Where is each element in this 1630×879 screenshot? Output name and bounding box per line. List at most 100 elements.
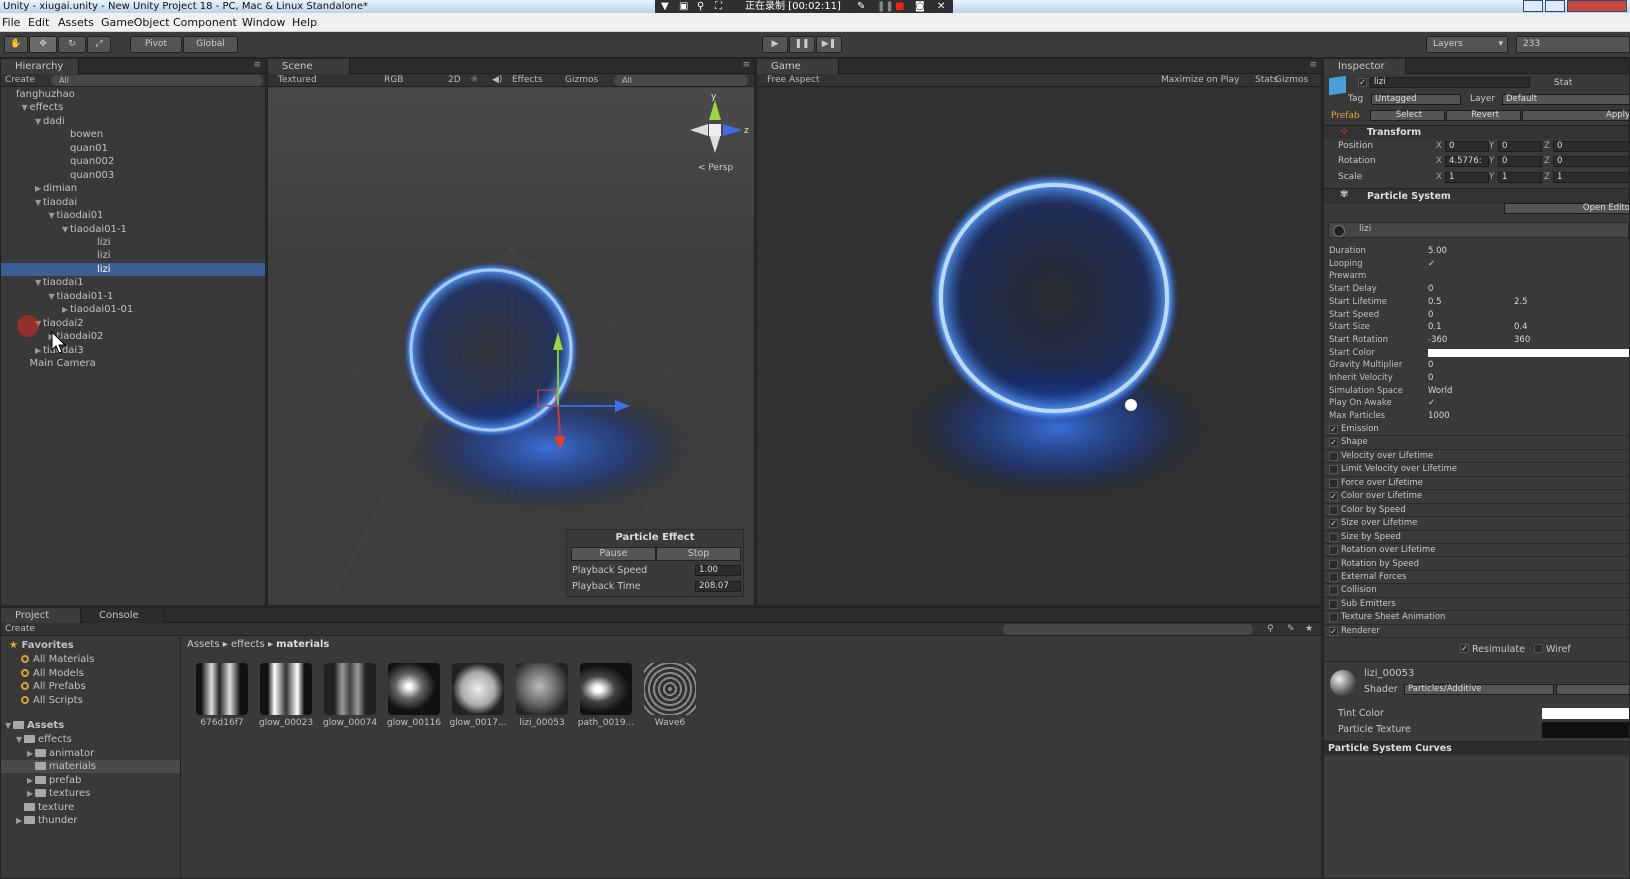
breadcrumb-materials[interactable]: materials bbox=[276, 639, 329, 650]
start-color-swatch[interactable] bbox=[1428, 348, 1629, 357]
hierarchy-row[interactable]: ▼ tiaodai01-1 bbox=[1, 223, 265, 236]
zoom-icon[interactable]: ⚲ bbox=[697, 0, 704, 13]
tab-console[interactable]: Console bbox=[85, 608, 165, 623]
particle-prop-row[interactable]: Gravity Multiplier 0 bbox=[1324, 359, 1629, 372]
minimize-button[interactable] bbox=[1523, 0, 1543, 12]
tab-project[interactable]: Project bbox=[1, 608, 81, 623]
expanded-arrow-icon[interactable]: ▼ bbox=[35, 276, 43, 289]
maximize-button[interactable] bbox=[1545, 0, 1565, 12]
asset-thumbnail[interactable] bbox=[260, 663, 312, 715]
close-button[interactable] bbox=[1567, 0, 1627, 12]
particle-module-row[interactable]: Rotation by Speed bbox=[1324, 557, 1629, 571]
particle-system-header[interactable]: ✾ Particle System bbox=[1324, 188, 1629, 204]
particle-curves-area[interactable] bbox=[1324, 756, 1629, 878]
asset-thumbnail[interactable] bbox=[580, 663, 632, 715]
collapsed-arrow-icon[interactable]: ▶ bbox=[35, 182, 43, 195]
panel-menu-icon[interactable]: ≡ bbox=[1309, 60, 1317, 70]
layers-dropdown[interactable]: Layers ▾ bbox=[1426, 36, 1508, 53]
aspect-dropdown[interactable]: Free Aspect bbox=[767, 74, 820, 87]
folder-item[interactable]: ▶ thunder bbox=[1, 814, 180, 827]
tint-color-swatch[interactable] bbox=[1542, 708, 1629, 719]
particle-prop-row[interactable]: Inherit Velocity 0 bbox=[1324, 372, 1629, 385]
close-record-icon[interactable]: ✕ bbox=[937, 0, 945, 13]
transform-rotation-y-input[interactable]: 0 bbox=[1498, 156, 1542, 168]
particle-prop-value-max[interactable]: 2.5 bbox=[1514, 296, 1528, 308]
transform-position-z-input[interactable]: 0 bbox=[1553, 141, 1629, 152]
project-search-input[interactable] bbox=[1003, 624, 1253, 635]
hierarchy-create-button[interactable]: Create bbox=[5, 74, 35, 87]
folder-item[interactable]: ▶ textures bbox=[1, 787, 180, 800]
particle-module-row[interactable]: External Forces bbox=[1324, 570, 1629, 585]
prefab-apply-button[interactable]: Apply bbox=[1522, 110, 1629, 121]
layout-dropdown[interactable]: 233 bbox=[1516, 36, 1630, 53]
transform-header[interactable]: ⊹ Transform bbox=[1324, 125, 1629, 139]
particle-prop-value[interactable]: World bbox=[1428, 385, 1452, 397]
particle-module-row[interactable]: ✓ Emission bbox=[1324, 423, 1629, 437]
game-gizmos-dropdown[interactable]: Gizmos bbox=[1275, 74, 1308, 87]
hierarchy-row[interactable]: ▼ dadi bbox=[1, 115, 265, 128]
filter-label-icon[interactable]: ✎ bbox=[1287, 623, 1295, 636]
hierarchy-row[interactable]: fanghuzhao bbox=[1, 88, 265, 101]
tab-hierarchy[interactable]: Hierarchy bbox=[1, 59, 79, 74]
particle-module-row[interactable]: Rotation over Lifetime bbox=[1324, 544, 1629, 558]
play-button[interactable]: ▶ bbox=[762, 36, 788, 53]
breadcrumb-assets[interactable]: Assets bbox=[187, 639, 220, 650]
wireframe-checkbox[interactable] bbox=[1534, 644, 1543, 653]
object-name-input[interactable]: lizi bbox=[1370, 77, 1530, 88]
module-checkbox[interactable] bbox=[1329, 599, 1338, 609]
step-button[interactable]: ▶❚ bbox=[816, 36, 842, 53]
2d-toggle[interactable]: 2D bbox=[448, 74, 461, 87]
global-toggle[interactable]: Global bbox=[183, 36, 238, 53]
persp-label[interactable]: < Persp bbox=[698, 163, 733, 173]
folder-item[interactable]: ▼ effects bbox=[1, 733, 180, 746]
prefab-revert-button[interactable]: Revert bbox=[1446, 110, 1521, 121]
asset-thumbnail[interactable] bbox=[388, 663, 440, 715]
particle-prop-row[interactable]: Looping ✓ bbox=[1324, 258, 1629, 271]
menu-edit[interactable]: Edit bbox=[28, 13, 49, 32]
collapsed-arrow-icon[interactable]: ▶ bbox=[16, 814, 24, 827]
favorite-item[interactable]: All Models bbox=[21, 667, 84, 680]
folder-item[interactable]: ▶ prefab bbox=[1, 774, 180, 787]
particle-module-row[interactable]: Texture Sheet Animation bbox=[1324, 611, 1629, 625]
module-checkbox[interactable]: ✓ bbox=[1329, 519, 1338, 529]
particle-prop-value[interactable]: 5.00 bbox=[1428, 245, 1447, 257]
particle-prop-row[interactable]: Start Color bbox=[1324, 347, 1629, 360]
particle-prop-value[interactable]: ✓ bbox=[1428, 397, 1435, 409]
particle-prop-value-max[interactable]: 360 bbox=[1514, 334, 1530, 346]
module-checkbox[interactable] bbox=[1329, 451, 1338, 461]
shader-edit-button[interactable] bbox=[1556, 684, 1629, 695]
menu-gameobject[interactable]: GameObject bbox=[101, 13, 170, 32]
transform-scale-x-input[interactable]: 1 bbox=[1445, 171, 1489, 183]
hierarchy-row[interactable]: ▼ tiaodai01 bbox=[1, 209, 265, 222]
favorites-header[interactable]: ★ Favorites bbox=[9, 639, 74, 652]
stop-effect-button[interactable]: Stop bbox=[656, 547, 741, 561]
camera-icon[interactable]: ◙ bbox=[915, 0, 925, 13]
particle-module-row[interactable]: Sub Emitters bbox=[1324, 597, 1629, 612]
particle-module-row[interactable]: ✓ Color over Lifetime bbox=[1324, 490, 1629, 504]
hand-tool-icon[interactable]: ✋ bbox=[4, 36, 28, 53]
folder-item[interactable]: ▶ animator bbox=[1, 747, 180, 760]
shading-dropdown[interactable]: Textured bbox=[278, 74, 317, 87]
transform-position-y-input[interactable]: 0 bbox=[1498, 141, 1542, 152]
tab-scene[interactable]: Scene bbox=[268, 59, 350, 74]
hierarchy-row[interactable]: ▶ dimian bbox=[1, 182, 265, 195]
prefab-select-button[interactable]: Select bbox=[1370, 110, 1445, 121]
particle-prop-row[interactable]: Simulation Space World bbox=[1324, 385, 1629, 398]
particle-prop-value[interactable]: -360 bbox=[1428, 334, 1447, 346]
expanded-arrow-icon[interactable]: ▼ bbox=[49, 290, 57, 303]
pen-icon[interactable]: ✎ bbox=[857, 0, 865, 13]
particle-prop-value[interactable]: ✓ bbox=[1428, 258, 1435, 270]
module-checkbox[interactable] bbox=[1329, 586, 1338, 596]
gizmos-dropdown[interactable]: Gizmos bbox=[565, 74, 598, 87]
transform-rotation-z-input[interactable]: 0 bbox=[1553, 156, 1629, 168]
transform-position-x-input[interactable]: 0 bbox=[1445, 141, 1489, 152]
playback-time-input[interactable]: 208.07 bbox=[695, 581, 741, 592]
scene-search-input[interactable]: All bbox=[614, 75, 748, 86]
lighting-icon[interactable]: ☼ bbox=[470, 74, 478, 87]
particle-module-row[interactable]: ✓ Renderer bbox=[1324, 624, 1629, 639]
particle-module-row[interactable]: Velocity over Lifetime bbox=[1324, 449, 1629, 464]
particle-module-row[interactable]: Force over Lifetime bbox=[1324, 476, 1629, 491]
effects-dropdown[interactable]: Effects bbox=[512, 74, 543, 87]
module-checkbox[interactable] bbox=[1329, 546, 1338, 556]
hierarchy-row[interactable]: bowen bbox=[1, 128, 265, 141]
